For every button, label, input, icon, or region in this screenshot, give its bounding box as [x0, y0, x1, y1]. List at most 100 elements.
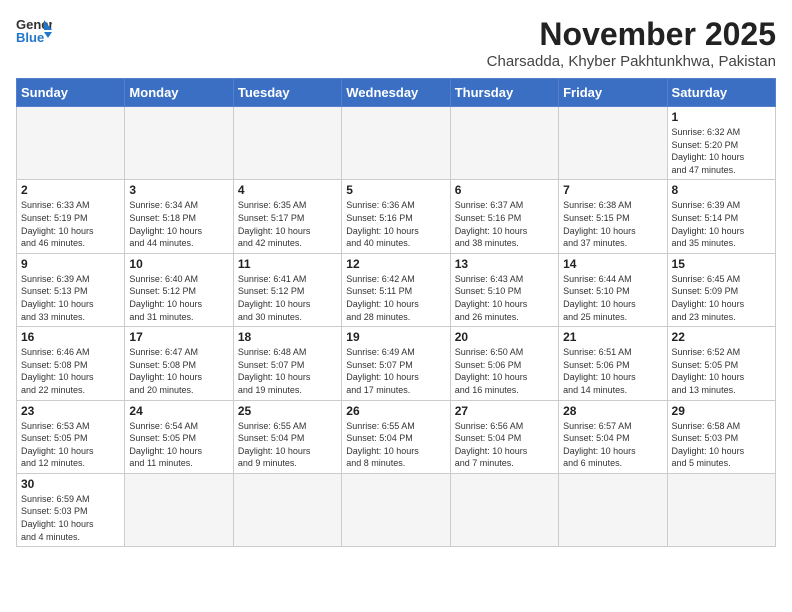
location-title: Charsadda, Khyber Pakhtunkhwa, Pakistan: [487, 53, 776, 70]
calendar-cell: 16 Sunrise: 6:46 AM Sunset: 5:08 PM Dayli…: [17, 327, 125, 400]
day-number: 27: [455, 404, 554, 418]
day-number: 21: [563, 330, 662, 344]
day-number: 7: [563, 183, 662, 197]
day-info: Sunrise: 6:38 AM Sunset: 5:15 PM Dayligh…: [563, 199, 662, 249]
month-title: November 2025: [487, 16, 776, 53]
logo: General Blue: [16, 16, 52, 46]
calendar-cell: 29Sunrise: 6:58 AM Sunset: 5:03 PM Dayli…: [667, 400, 775, 473]
calendar-cell: 18 Sunrise: 6:48 AM Sunset: 5:07 PM Dayli…: [233, 327, 341, 400]
calendar-cell: [125, 473, 233, 546]
day-info: Sunrise: 6:44 AM Sunset: 5:10 PM Dayligh…: [563, 273, 662, 323]
day-number: 5: [346, 183, 445, 197]
day-number: 19: [346, 330, 445, 344]
calendar-cell: 12 Sunrise: 6:42 AM Sunset: 5:11 PM Dayli…: [342, 253, 450, 326]
calendar-cell: 14Sunrise: 6:44 AM Sunset: 5:10 PM Dayli…: [559, 253, 667, 326]
calendar-cell: 11 Sunrise: 6:41 AM Sunset: 5:12 PM Dayli…: [233, 253, 341, 326]
calendar-cell: 25 Sunrise: 6:55 AM Sunset: 5:04 PM Dayli…: [233, 400, 341, 473]
calendar-cell: [17, 107, 125, 180]
day-number: 16: [21, 330, 120, 344]
day-info: Sunrise: 6:57 AM Sunset: 5:04 PM Dayligh…: [563, 420, 662, 470]
day-info: Sunrise: 6:37 AM Sunset: 5:16 PM Dayligh…: [455, 199, 554, 249]
calendar-cell: 3Sunrise: 6:34 AM Sunset: 5:18 PM Daylig…: [125, 180, 233, 253]
day-info: Sunrise: 6:55 AM Sunset: 5:04 PM Dayligh…: [238, 420, 337, 470]
calendar-cell: 17 Sunrise: 6:47 AM Sunset: 5:08 PM Dayli…: [125, 327, 233, 400]
calendar-cell: 8 Sunrise: 6:39 AM Sunset: 5:14 PM Daylig…: [667, 180, 775, 253]
day-number: 12: [346, 257, 445, 271]
calendar-cell: 23 Sunrise: 6:53 AM Sunset: 5:05 PM Dayli…: [17, 400, 125, 473]
calendar-table: Sunday Monday Tuesday Wednesday Thursday…: [16, 78, 776, 547]
day-number: 4: [238, 183, 337, 197]
calendar-cell: [233, 107, 341, 180]
calendar-cell: 22Sunrise: 6:52 AM Sunset: 5:05 PM Dayli…: [667, 327, 775, 400]
calendar-cell: 10Sunrise: 6:40 AM Sunset: 5:12 PM Dayli…: [125, 253, 233, 326]
day-info: Sunrise: 6:48 AM Sunset: 5:07 PM Dayligh…: [238, 346, 337, 396]
day-number: 10: [129, 257, 228, 271]
calendar-cell: 9 Sunrise: 6:39 AM Sunset: 5:13 PM Daylig…: [17, 253, 125, 326]
day-number: 13: [455, 257, 554, 271]
calendar-cell: [125, 107, 233, 180]
calendar-cell: 13 Sunrise: 6:43 AM Sunset: 5:10 PM Dayli…: [450, 253, 558, 326]
calendar-cell: [233, 473, 341, 546]
day-number: 2: [21, 183, 120, 197]
day-number: 6: [455, 183, 554, 197]
day-number: 22: [672, 330, 771, 344]
day-info: Sunrise: 6:35 AM Sunset: 5:17 PM Dayligh…: [238, 199, 337, 249]
day-info: Sunrise: 6:32 AM Sunset: 5:20 PM Dayligh…: [672, 126, 771, 176]
day-info: Sunrise: 6:49 AM Sunset: 5:07 PM Dayligh…: [346, 346, 445, 396]
weekday-header-row: Sunday Monday Tuesday Wednesday Thursday…: [17, 79, 776, 107]
calendar-cell: [342, 473, 450, 546]
day-number: 11: [238, 257, 337, 271]
day-info: Sunrise: 6:39 AM Sunset: 5:14 PM Dayligh…: [672, 199, 771, 249]
calendar-cell: 27 Sunrise: 6:56 AM Sunset: 5:04 PM Dayli…: [450, 400, 558, 473]
day-number: 1: [672, 110, 771, 124]
title-area: November 2025 Charsadda, Khyber Pakhtunk…: [487, 16, 776, 70]
day-number: 29: [672, 404, 771, 418]
calendar-cell: 20Sunrise: 6:50 AM Sunset: 5:06 PM Dayli…: [450, 327, 558, 400]
calendar-cell: [450, 107, 558, 180]
day-info: Sunrise: 6:46 AM Sunset: 5:08 PM Dayligh…: [21, 346, 120, 396]
day-number: 18: [238, 330, 337, 344]
day-number: 25: [238, 404, 337, 418]
calendar-cell: 1 Sunrise: 6:32 AM Sunset: 5:20 PM Daylig…: [667, 107, 775, 180]
calendar-cell: 6 Sunrise: 6:37 AM Sunset: 5:16 PM Daylig…: [450, 180, 558, 253]
calendar-cell: [559, 107, 667, 180]
day-number: 23: [21, 404, 120, 418]
calendar-cell: [450, 473, 558, 546]
logo-icon: General Blue: [16, 16, 52, 46]
day-number: 17: [129, 330, 228, 344]
calendar-cell: 21Sunrise: 6:51 AM Sunset: 5:06 PM Dayli…: [559, 327, 667, 400]
calendar-cell: 7 Sunrise: 6:38 AM Sunset: 5:15 PM Daylig…: [559, 180, 667, 253]
day-info: Sunrise: 6:56 AM Sunset: 5:04 PM Dayligh…: [455, 420, 554, 470]
day-info: Sunrise: 6:59 AM Sunset: 5:03 PM Dayligh…: [21, 493, 120, 543]
calendar-cell: 19 Sunrise: 6:49 AM Sunset: 5:07 PM Dayli…: [342, 327, 450, 400]
day-info: Sunrise: 6:36 AM Sunset: 5:16 PM Dayligh…: [346, 199, 445, 249]
calendar-cell: 26Sunrise: 6:55 AM Sunset: 5:04 PM Dayli…: [342, 400, 450, 473]
day-info: Sunrise: 6:53 AM Sunset: 5:05 PM Dayligh…: [21, 420, 120, 470]
day-info: Sunrise: 6:54 AM Sunset: 5:05 PM Dayligh…: [129, 420, 228, 470]
svg-text:Blue: Blue: [16, 30, 44, 45]
calendar-cell: [342, 107, 450, 180]
calendar-cell: 30 Sunrise: 6:59 AM Sunset: 5:03 PM Dayli…: [17, 473, 125, 546]
day-number: 15: [672, 257, 771, 271]
day-info: Sunrise: 6:50 AM Sunset: 5:06 PM Dayligh…: [455, 346, 554, 396]
calendar-cell: [667, 473, 775, 546]
header-monday: Monday: [125, 79, 233, 107]
day-info: Sunrise: 6:39 AM Sunset: 5:13 PM Dayligh…: [21, 273, 120, 323]
day-info: Sunrise: 6:43 AM Sunset: 5:10 PM Dayligh…: [455, 273, 554, 323]
header-thursday: Thursday: [450, 79, 558, 107]
day-number: 8: [672, 183, 771, 197]
day-info: Sunrise: 6:41 AM Sunset: 5:12 PM Dayligh…: [238, 273, 337, 323]
day-number: 24: [129, 404, 228, 418]
day-info: Sunrise: 6:42 AM Sunset: 5:11 PM Dayligh…: [346, 273, 445, 323]
day-number: 9: [21, 257, 120, 271]
calendar-cell: [559, 473, 667, 546]
header-friday: Friday: [559, 79, 667, 107]
day-info: Sunrise: 6:55 AM Sunset: 5:04 PM Dayligh…: [346, 420, 445, 470]
day-info: Sunrise: 6:47 AM Sunset: 5:08 PM Dayligh…: [129, 346, 228, 396]
day-number: 30: [21, 477, 120, 491]
header-wednesday: Wednesday: [342, 79, 450, 107]
day-number: 28: [563, 404, 662, 418]
header-tuesday: Tuesday: [233, 79, 341, 107]
day-number: 3: [129, 183, 228, 197]
calendar-cell: 2Sunrise: 6:33 AM Sunset: 5:19 PM Daylig…: [17, 180, 125, 253]
